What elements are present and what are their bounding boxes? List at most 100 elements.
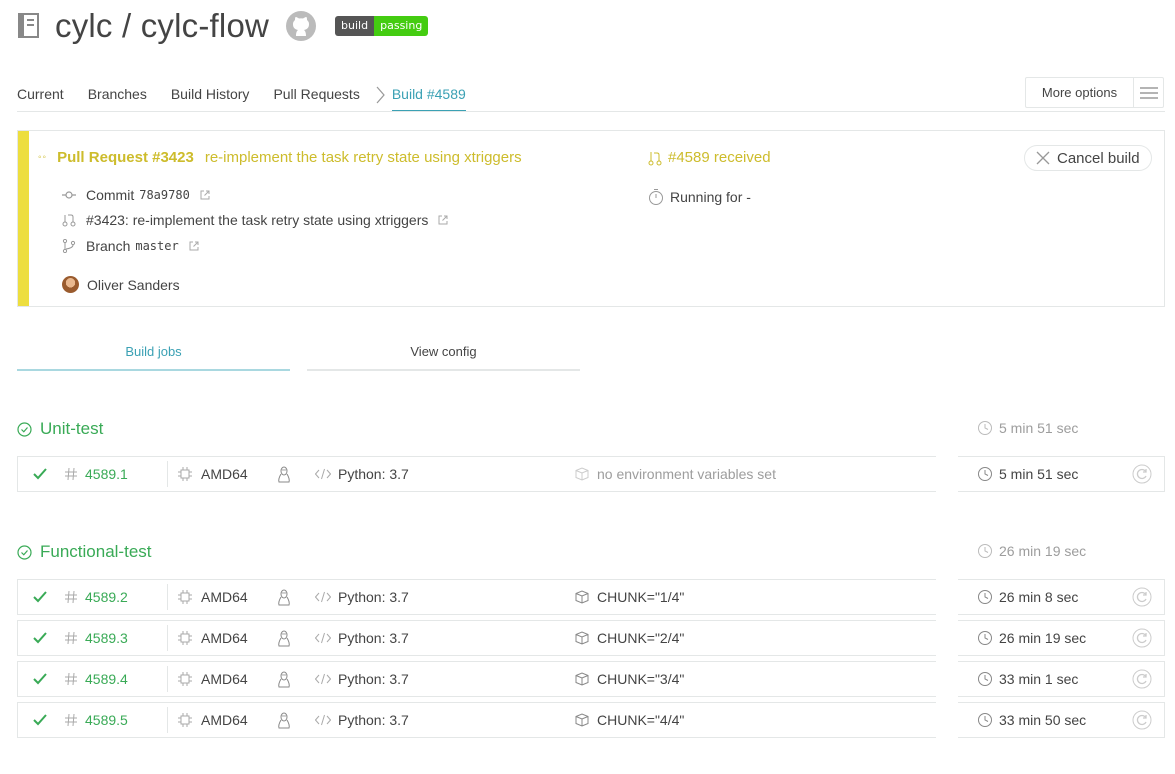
commit-icon [62,191,76,199]
hash-icon [64,621,78,655]
external-link-icon[interactable] [200,190,210,200]
env-box-icon [575,662,589,696]
tab-build-4589[interactable]: Build #4589 [391,86,466,112]
job-row[interactable]: 4589.3 AMD64 Python: 3.7 CHUNK="2/4" 26 … [17,620,1165,656]
job-arch: AMD64 [201,466,248,482]
stopwatch-icon [649,189,663,205]
repo-nav: Current Branches Build History Pull Requ… [17,86,466,112]
badge-label: build [335,16,375,36]
running-time: Running for - [648,188,751,206]
badge-status: passing [374,16,429,36]
restart-job-icon[interactable] [1132,621,1152,655]
pr-message-link[interactable]: re-implement the task retry state using … [205,149,522,166]
code-icon [315,621,331,655]
passed-check-icon [32,662,48,696]
tab-build-history[interactable]: Build History [171,86,250,112]
job-number-link[interactable]: 4589.3 [85,621,128,655]
external-link-icon[interactable] [438,215,448,225]
close-icon [1036,151,1050,165]
stage-name: Functional-test [40,542,152,561]
job-row[interactable]: 4589.1 AMD64 Python: 3.7 no environment … [17,456,1165,492]
env-box-icon [575,621,589,655]
env-box-icon [575,457,589,491]
pr-line: ◦◦ Pull Request #3423 re-implement the t… [38,149,522,166]
clock-icon [977,621,993,655]
job-language: Python: 3.7 [338,630,409,646]
branch-label: Branch [86,238,131,254]
commit-sha-link[interactable]: 78a9780 [139,188,190,202]
job-row[interactable]: 4589.5 AMD64 Python: 3.7 CHUNK="4/4" 33 … [17,702,1165,738]
compare-line: #3423: re-implement the task retry state… [62,212,448,228]
job-row[interactable]: 4589.4 AMD64 Python: 3.7 CHUNK="3/4" 33 … [17,661,1165,697]
cpu-icon [178,703,192,737]
tab-branches[interactable]: Branches [88,86,147,112]
row-gap [936,620,958,656]
build-status: #4589 received [648,149,771,166]
row-gap [936,661,958,697]
code-icon [315,703,331,737]
divider [167,707,168,733]
tab-pull-requests[interactable]: Pull Requests [273,86,359,112]
job-duration: 33 min 50 sec [999,712,1087,728]
job-row[interactable]: 4589.2 AMD64 Python: 3.7 CHUNK="1/4" 26 … [17,579,1165,615]
stage-unit-test: Unit-test [17,419,103,439]
job-number-link[interactable]: 4589.1 [85,457,128,491]
hamburger-icon[interactable] [1134,78,1163,107]
divider [167,625,168,651]
hash-icon [64,580,78,614]
build-summary-card: ◦◦ Pull Request #3423 re-implement the t… [17,130,1165,307]
build-state-bar [18,131,29,306]
job-arch: AMD64 [201,630,248,646]
stage-duration-text: 5 min 51 sec [999,420,1079,436]
more-options-button[interactable]: More options [1025,77,1164,108]
chevron-right-icon [376,86,385,104]
cancel-build-button[interactable]: Cancel build [1024,145,1152,171]
job-duration: 26 min 8 sec [999,589,1079,605]
pull-request-icon [62,214,76,227]
repo-title[interactable]: cylc / cylc-flow [55,7,269,45]
pr-number-link[interactable]: Pull Request #3423 [57,149,194,166]
branch-line: Branch master [62,238,199,254]
compare-link[interactable]: #3423: re-implement the task retry state… [86,212,428,228]
branch-name-link[interactable]: master [135,239,178,253]
external-link-icon[interactable] [189,241,199,251]
clock-icon [977,457,993,491]
linux-icon [277,703,291,737]
job-arch: AMD64 [201,589,248,605]
restart-job-icon[interactable] [1132,580,1152,614]
cpu-icon [178,662,192,696]
stage-duration-text: 26 min 19 sec [999,543,1087,559]
job-env: CHUNK="3/4" [597,671,685,687]
job-number-link[interactable]: 4589.4 [85,662,128,696]
job-language: Python: 3.7 [338,671,409,687]
tab-build-jobs[interactable]: Build jobs [17,344,290,371]
job-language: Python: 3.7 [338,712,409,728]
stage-passed-icon [17,421,32,437]
repo-header: cylc / cylc-flow build passing [17,6,429,46]
build-status-badge[interactable]: build passing [335,16,429,36]
author-line: Oliver Sanders [62,276,180,293]
running-text: Running for - [670,189,751,205]
divider [167,461,168,487]
build-status-text[interactable]: #4589 received [668,149,771,166]
passed-check-icon [32,457,48,491]
github-icon[interactable] [285,10,317,42]
tab-current[interactable]: Current [17,86,64,112]
passed-check-icon [32,580,48,614]
job-number-link[interactable]: 4589.2 [85,580,128,614]
restart-job-icon[interactable] [1132,457,1152,491]
repo-icon [18,13,39,38]
clock-icon [977,580,993,614]
tab-view-config[interactable]: View config [307,344,580,371]
code-icon [315,662,331,696]
commit-line: Commit 78a9780 [62,187,210,203]
restart-job-icon[interactable] [1132,703,1152,737]
hash-icon [64,662,78,696]
job-env: CHUNK="2/4" [597,630,685,646]
pull-request-icon [648,151,662,165]
job-number-link[interactable]: 4589.5 [85,703,128,737]
linux-icon [277,457,291,491]
job-language: Python: 3.7 [338,466,409,482]
code-icon [315,457,331,491]
restart-job-icon[interactable] [1132,662,1152,696]
